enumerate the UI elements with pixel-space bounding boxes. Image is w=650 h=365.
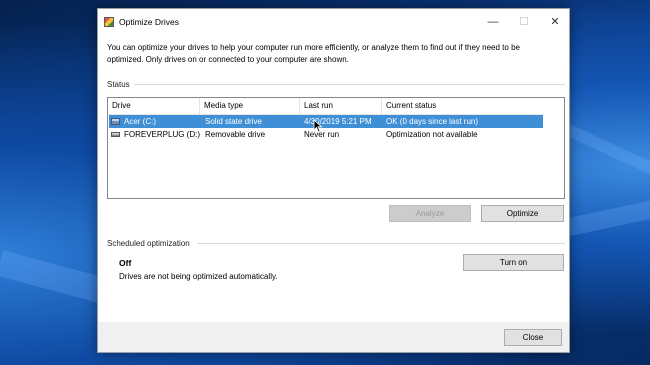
usb-drive-icon: [111, 132, 120, 137]
scheduled-group-label: Scheduled optimization: [107, 239, 190, 248]
maximize-button[interactable]: ☐: [510, 13, 538, 31]
analyze-button[interactable]: Analyze: [389, 205, 471, 222]
drive-current-status: OK (0 days since last run): [386, 117, 479, 126]
wallpaper-light-beam: [558, 191, 650, 238]
column-header-media-type[interactable]: Media type: [200, 98, 300, 114]
wallpaper-light-beam: [0, 250, 110, 305]
defrag-app-icon: [104, 17, 114, 27]
drives-list-header: Drive Media type Last run Current status: [108, 98, 544, 115]
window-title: Optimize Drives: [119, 17, 179, 27]
drives-list[interactable]: Drive Media type Last run Current status…: [107, 97, 565, 199]
wallpaper-light-beam: [557, 120, 650, 183]
drive-media-type: Removable drive: [205, 130, 266, 139]
ssd-drive-icon: [111, 118, 120, 125]
status-divider: [134, 84, 565, 85]
schedule-state: Off: [119, 258, 132, 268]
schedule-description: Drives are not being optimized automatic…: [119, 272, 278, 281]
scheduled-divider: [197, 243, 565, 244]
status-group-label: Status: [107, 80, 130, 89]
close-button[interactable]: Close: [504, 329, 562, 346]
dialog-footer: Close: [98, 322, 569, 352]
drive-row-d[interactable]: FOREVERPLUG (D:) Removable drive Never r…: [109, 128, 543, 141]
optimize-drives-window: Optimize Drives — ☐ ✕ You can optimize y…: [97, 8, 570, 353]
optimize-button[interactable]: Optimize: [481, 205, 564, 222]
drive-name: Acer (C:): [124, 117, 156, 126]
mouse-cursor-icon: [313, 119, 323, 133]
drive-row-c[interactable]: Acer (C:) Solid state drive 4/30/2019 5:…: [109, 115, 543, 128]
drive-name: FOREVERPLUG (D:): [124, 130, 201, 139]
title-bar[interactable]: Optimize Drives — ☐ ✕: [98, 9, 569, 35]
column-header-last-run[interactable]: Last run: [300, 98, 382, 114]
close-window-button[interactable]: ✕: [541, 13, 569, 31]
description-text: You can optimize your drives to help you…: [107, 43, 520, 64]
drive-media-type: Solid state drive: [205, 117, 262, 126]
column-header-current-status[interactable]: Current status: [382, 98, 544, 114]
column-header-drive[interactable]: Drive: [108, 98, 200, 114]
drive-current-status: Optimization not available: [386, 130, 478, 139]
turn-on-button[interactable]: Turn on: [463, 254, 564, 271]
minimize-button[interactable]: —: [479, 13, 507, 31]
